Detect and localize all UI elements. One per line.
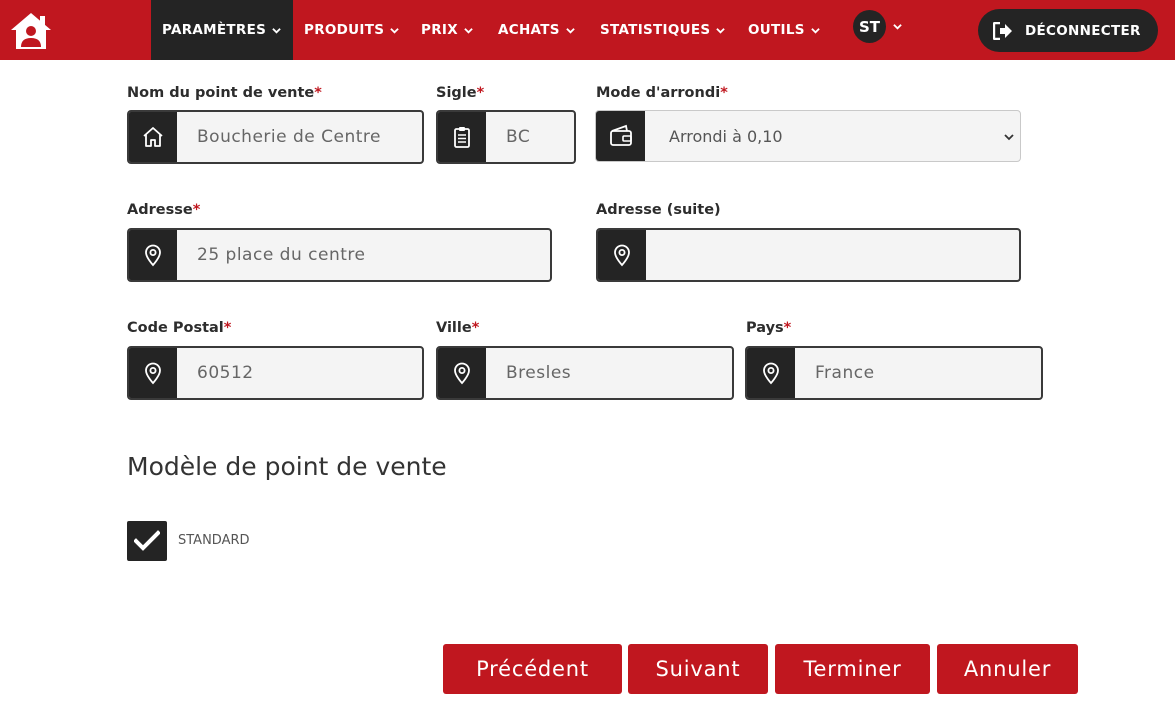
adresse-suite-icon-box (598, 230, 646, 280)
top-navbar: PARAMÈTRES PRODUITS PRIX ACHATS STATISTI… (0, 0, 1175, 60)
map-pin-icon (763, 362, 779, 385)
cancel-button[interactable]: Annuler (937, 644, 1078, 694)
nav-statistiques-label: STATISTIQUES (600, 22, 711, 38)
ville-input[interactable] (486, 348, 732, 398)
ville-label-text: Ville (436, 320, 472, 336)
chevron-down-icon (1004, 134, 1014, 141)
sigle-label: Sigle* (436, 85, 484, 101)
required-mark: * (720, 85, 728, 101)
adresse-label: Adresse* (127, 202, 200, 218)
chevron-down-icon[interactable] (893, 22, 902, 31)
required-mark: * (192, 202, 201, 218)
model-section-title: Modèle de point de vente (127, 452, 447, 481)
check-icon (134, 530, 160, 551)
arrondi-selected-value: Arrondi à 0,10 (669, 127, 783, 146)
nom-label-text: Nom du point de vente (127, 85, 315, 101)
pays-input[interactable] (795, 348, 1041, 398)
chevron-down-icon (811, 27, 820, 34)
chevron-down-icon (272, 27, 281, 34)
chevron-down-icon (464, 27, 473, 34)
next-button[interactable]: Suivant (628, 644, 768, 694)
previous-button[interactable]: Précédent (443, 644, 622, 694)
arrondi-select[interactable]: Arrondi à 0,10 (595, 110, 1021, 162)
adresse-label-text: Adresse (127, 202, 193, 218)
sigle-input[interactable] (486, 112, 574, 162)
nav-outils-label: OUTILS (748, 22, 805, 38)
code-postal-input[interactable] (177, 348, 422, 398)
nav-achats-label: ACHATS (498, 22, 560, 38)
logout-button[interactable]: DÉCONNECTER (978, 9, 1158, 52)
chevron-down-icon (566, 27, 575, 34)
nav-produits[interactable]: PRODUITS (293, 0, 410, 60)
chevron-down-icon (716, 27, 726, 34)
nav-parametres[interactable]: PARAMÈTRES (151, 0, 293, 60)
map-pin-icon (145, 362, 161, 385)
sigle-field (436, 110, 576, 164)
adresse-input[interactable] (177, 230, 550, 280)
arrondi-label: Mode d'arrondi* (596, 85, 728, 101)
pays-label-text: Pays (746, 320, 784, 336)
code-postal-icon-box (129, 348, 177, 398)
user-avatar[interactable]: ST (853, 10, 886, 43)
sigle-icon-box (438, 112, 486, 162)
nav-produits-label: PRODUITS (304, 22, 385, 38)
pays-label: Pays* (746, 320, 791, 336)
nom-icon-box (129, 112, 177, 162)
code-postal-label: Code Postal* (127, 320, 231, 336)
required-mark: * (471, 320, 480, 336)
nav-statistiques[interactable]: STATISTIQUES (589, 0, 736, 60)
adresse-suite-field (596, 228, 1021, 282)
nav-prix-label: PRIX (421, 22, 458, 38)
required-mark: * (783, 320, 792, 336)
wallet-icon (609, 124, 632, 146)
sigle-label-text: Sigle (436, 85, 477, 101)
pays-icon-box (747, 348, 795, 398)
required-mark: * (314, 85, 322, 101)
ville-field (436, 346, 734, 400)
code-postal-label-text: Code Postal (127, 320, 224, 336)
finish-button[interactable]: Terminer (775, 644, 930, 694)
standard-checkbox[interactable] (127, 521, 167, 561)
logout-label: DÉCONNECTER (1025, 22, 1141, 39)
arrondi-icon-box (596, 111, 645, 161)
map-pin-icon (614, 244, 630, 267)
sign-out-icon (993, 21, 1012, 40)
nav-outils[interactable]: OUTILS (737, 0, 831, 60)
standard-checkbox-label[interactable]: STANDARD (178, 533, 250, 548)
nav-achats[interactable]: ACHATS (487, 0, 586, 60)
code-postal-field (127, 346, 424, 400)
required-mark: * (223, 320, 232, 336)
required-mark: * (476, 85, 485, 101)
nav-parametres-label: PARAMÈTRES (162, 22, 267, 38)
home-icon (143, 127, 163, 147)
ville-icon-box (438, 348, 486, 398)
clipboard-icon (454, 127, 470, 148)
chevron-down-icon (390, 27, 400, 34)
adresse-suite-input[interactable] (646, 230, 1019, 280)
adresse-icon-box (129, 230, 177, 280)
home-user-icon[interactable] (9, 11, 53, 51)
map-pin-icon (145, 244, 161, 267)
pays-field (745, 346, 1043, 400)
adresse-suite-label: Adresse (suite) (596, 202, 721, 218)
map-pin-icon (454, 362, 470, 385)
nom-field (127, 110, 424, 164)
adresse-field (127, 228, 552, 282)
nav-prix[interactable]: PRIX (410, 0, 484, 60)
nom-label: Nom du point de vente* (127, 85, 322, 101)
adresse-suite-label-text: Adresse (suite) (596, 202, 721, 218)
ville-label: Ville* (436, 320, 479, 336)
arrondi-label-text: Mode d'arrondi (596, 85, 721, 101)
nom-input[interactable] (177, 112, 422, 162)
